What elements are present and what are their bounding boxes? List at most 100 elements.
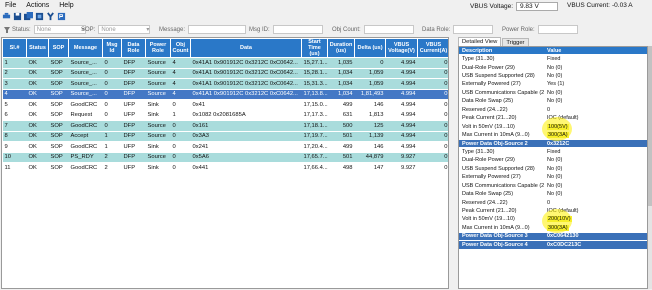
detail-description: Data Role Swap (25) <box>462 98 514 105</box>
table-cell: 15,31.3... <box>301 78 328 90</box>
detail-row[interactable]: Type (31..30) Fixed <box>459 148 647 157</box>
column-header[interactable]: Start Time (us) <box>301 38 328 58</box>
message-input[interactable] <box>188 25 247 34</box>
detail-row[interactable]: Volt in 50mV (19...10) 200(10V) <box>459 209 647 234</box>
table-cell: 0 <box>417 141 448 153</box>
menu-actions[interactable]: Actions <box>26 2 49 9</box>
table-cell: Source <box>145 78 171 90</box>
table-row[interactable]: 2 OK SOP Source_... 0 DFP Source 4 0x41A1 0x9019… <box>2 68 448 79</box>
table-cell: Source <box>145 131 171 142</box>
detail-row[interactable]: USB Communications Capable (26) No (0) <box>459 89 647 98</box>
detail-value: 0xC0DC213C <box>547 241 582 248</box>
column-header[interactable]: Obj Count <box>170 38 191 58</box>
table-cell: 0 <box>417 120 448 132</box>
table-row[interactable]: 11 OK SOP GoodCRC 2 UFP Sink 0 0x441 17,66.4... 49… <box>2 162 448 174</box>
detail-value-cell: IOC (default) <box>544 115 647 121</box>
table-cell: OK <box>26 68 49 79</box>
table-cell: 0x441 <box>190 162 302 174</box>
table-row[interactable]: 7 OK SOP GoodCRC 0 DFP Source 0 0x161 17,18.1... 5… <box>2 120 448 132</box>
table-cell: 1,059 <box>354 68 386 79</box>
obj-count-input[interactable] <box>363 25 414 34</box>
detail-description: Externally Powered (27) <box>462 81 521 88</box>
table-cell: 15,27.1... <box>301 57 328 69</box>
detail-row[interactable]: Reserved (24...22) 0 <box>459 198 647 208</box>
record-icon[interactable] <box>35 12 44 21</box>
detail-group-row[interactable]: Power Data Obj-Source 2 0x3212C <box>459 139 647 149</box>
detail-header-row: Description Value <box>459 47 647 56</box>
detail-row[interactable]: USB Communications Capable (26) No (0) <box>459 182 647 191</box>
detail-value-cell: No (0) <box>544 98 647 104</box>
vbus-current-value: -0.03 A <box>612 2 633 9</box>
detail-row[interactable]: Peak Current (21...20) IOC (default) <box>459 207 647 216</box>
column-header[interactable]: Sl.# <box>2 38 27 58</box>
table-row[interactable]: 4 OK SOP Source_... 0 DFP Source 4 0x41A1 0x9019… <box>2 89 448 100</box>
table-cell: OK <box>26 89 49 100</box>
detail-scrollbar[interactable] <box>648 46 652 289</box>
table-cell: Accept <box>68 131 103 142</box>
menu-help[interactable]: Help <box>59 2 73 9</box>
column-header[interactable]: SOP <box>48 38 69 58</box>
tab-detailed-view[interactable]: Detailed View <box>458 37 502 46</box>
table-row[interactable]: 9 OK SOP GoodCRC 1 UFP Sink 0 0x241 17,20.4... 499… <box>2 141 448 153</box>
detail-row[interactable]: Data Role Swap (25) No (0) <box>459 190 647 199</box>
column-header[interactable]: VBUS Current(A) <box>417 38 448 58</box>
detail-value: Fixed <box>547 148 561 155</box>
msg-id-input[interactable] <box>272 25 323 34</box>
table-cell: 0 <box>170 99 191 111</box>
detail-row[interactable]: Externally Powered (27) Yes (1) <box>459 80 647 90</box>
usb-connect-icon[interactable] <box>2 12 11 21</box>
table-row[interactable]: 8 OK SOP Accept 1 DFP Source 0 0x3A3 17,19.7... 50… <box>2 131 448 142</box>
detail-description: Peak Current (21...20) <box>462 115 517 122</box>
table-cell: 0 <box>417 89 448 100</box>
pd-icon[interactable] <box>57 12 66 21</box>
column-header[interactable]: Data <box>190 38 302 58</box>
status-select[interactable]: None ▾ <box>33 25 86 34</box>
table-row[interactable]: 6 OK SOP Request 0 UFP Sink 1 0x1082 0x2081685A 1… <box>2 110 448 121</box>
plug-icon[interactable] <box>46 12 55 21</box>
detail-row[interactable]: Max Current in 10mA (9...0) 300(3A) <box>459 131 647 140</box>
detail-value: No (0) <box>547 182 563 189</box>
save-icon[interactable] <box>13 12 22 21</box>
detail-row[interactable]: Dual-Role Power (29) No (0) <box>459 156 647 166</box>
detail-description: USB Communications Capable (26) <box>462 182 544 189</box>
detail-row[interactable]: Max Current in 10mA (9...0) 300(3A) <box>459 224 647 233</box>
column-header[interactable]: Power Role <box>145 38 171 58</box>
column-header[interactable]: Data Role <box>121 38 146 58</box>
detail-row[interactable]: Dual-Role Power (29) No (0) <box>459 63 647 73</box>
column-header[interactable]: Duration (us) <box>327 38 355 58</box>
table-row[interactable]: 3 OK SOP Source_... 0 DFP Source 4 0x41A1 0x9019… <box>2 78 448 90</box>
detail-row[interactable]: Data Role Swap (25) No (0) <box>459 97 647 107</box>
menu-file[interactable]: File <box>5 2 16 9</box>
detail-group-row[interactable]: Power Data Obj-Source 3 0xC0642130 <box>459 232 647 242</box>
column-header[interactable]: Message <box>68 38 103 58</box>
tab-trigger[interactable]: Trigger <box>502 38 529 46</box>
data-role-input[interactable] <box>453 25 494 34</box>
table-cell: SOP <box>48 131 69 142</box>
detail-row[interactable]: Externally Powered (27) No (0) <box>459 173 647 182</box>
power-role-input[interactable] <box>537 25 578 34</box>
table-cell: 146 <box>354 141 386 153</box>
detail-row[interactable]: Reserved (24...22) 0 <box>459 106 647 115</box>
chevron-down-icon: ▾ <box>146 27 150 33</box>
table-row[interactable]: 10 OK SOP PS_RDY 2 DFP Source 0 0x5A6 17,65.7... 5… <box>2 152 448 163</box>
detail-row[interactable]: Type (31..30) Fixed <box>459 55 647 64</box>
detail-row[interactable]: Peak Current (21...20) IOC (default) <box>459 114 647 123</box>
detail-group-row[interactable]: Power Data Obj-Source 4 0xC0DC213C <box>459 241 647 250</box>
detail-row[interactable]: USB Suspend Supported (28) No (0) <box>459 165 647 174</box>
table-cell: 0x161 <box>190 120 302 132</box>
detail-row[interactable]: USB Suspend Supported (28) No (0) <box>459 72 647 81</box>
table-row[interactable]: 1 OK SOP Source_... 0 DFP Source 4 0x41A1 0x9019… <box>2 57 448 69</box>
table-cell: GoodCRC <box>68 99 103 111</box>
table-row[interactable]: 5 OK SOP GoodCRC 0 UFP Sink 0 0x41 17,15.0... 499 1… <box>2 99 448 111</box>
table-cell: 1 <box>102 131 122 142</box>
detail-row[interactable]: Volt in 50mV (19...10) 100(5V) <box>459 116 647 141</box>
save-all-icon[interactable] <box>24 12 33 21</box>
column-header[interactable]: Msg Id <box>102 38 122 58</box>
column-header[interactable]: VBUS Voltage(V) <box>385 38 418 58</box>
table-cell: Sink <box>145 110 171 121</box>
column-header[interactable]: Delta (us) <box>354 38 386 58</box>
detail-scrollbar-thumb[interactable] <box>648 46 652 206</box>
column-header[interactable]: Status <box>26 38 49 58</box>
sop-select[interactable]: None ▾ <box>98 25 151 34</box>
detail-value-cell: Fixed <box>544 149 647 155</box>
